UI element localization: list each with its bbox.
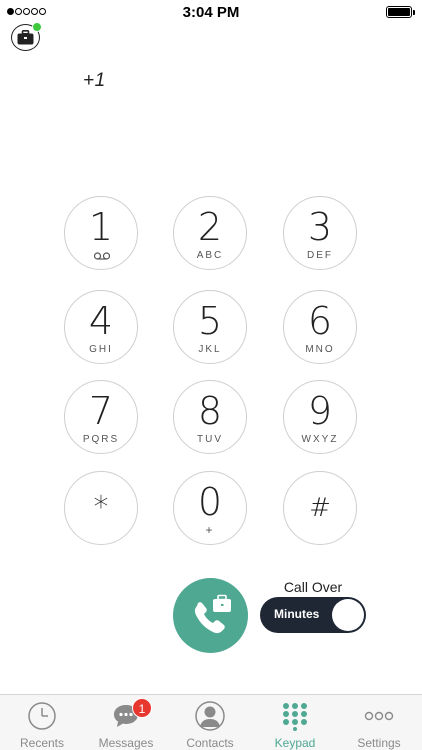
key-star[interactable]: * [64,471,138,545]
tab-messages[interactable]: 1 Messages [84,695,168,750]
tab-label: Keypad [274,736,316,750]
briefcase-icon [17,30,34,45]
person-icon [195,701,225,731]
presence-status-dot [32,22,42,32]
key-digit: 3 [307,205,333,249]
key-letters: TUV [197,434,223,445]
key-hash[interactable]: # [283,471,357,545]
battery-icon [386,6,415,18]
tab-label: Contacts [186,736,234,750]
tab-label: Settings [357,736,401,750]
key-7[interactable]: 7 PQRS [64,380,138,454]
key-digit: 2 [197,205,223,249]
key-letters: DEF [307,250,333,261]
call-over-label: Call Over [283,579,343,595]
key-4[interactable]: 4 GHI [64,290,138,364]
key-digit: 9 [307,389,333,433]
key-0[interactable]: 0 + [173,471,247,545]
tab-keypad[interactable]: Keypad [253,695,337,750]
key-letters: WXYZ [301,434,339,445]
key-8[interactable]: 8 TUV [173,380,247,454]
key-5[interactable]: 5 JKL [173,290,247,364]
key-6[interactable]: 6 MNO [283,290,357,364]
key-digit: 7 [88,389,114,433]
toggle-knob [332,599,364,631]
key-2[interactable]: 2 ABC [173,196,247,270]
minutes-label: Minutes [274,607,320,621]
key-digit: 0 [197,480,223,524]
key-digit: # [309,493,331,523]
clock-icon [28,702,56,730]
tab-recents[interactable]: Recents [0,695,84,750]
key-digit: 4 [88,299,114,343]
tab-label: Recents [19,736,65,750]
tab-contacts[interactable]: Contacts [168,695,252,750]
key-letters: PQRS [82,434,120,445]
key-digit: 6 [307,299,333,343]
key-1[interactable]: 1 [64,196,138,270]
unread-messages-badge: 1 [132,698,152,718]
status-bar: 3:04 PM [0,0,422,26]
key-letters: + [205,523,215,537]
phone-briefcase-icon [194,594,231,634]
ellipsis-icon [364,711,394,721]
key-digit: 1 [88,205,114,249]
key-digit: * [93,490,109,525]
key-9[interactable]: 9 WXYZ [283,380,357,454]
call-over-minutes-toggle[interactable]: Minutes [260,597,366,633]
key-letters: ABC [196,250,224,261]
tab-label: Messages [98,736,154,750]
key-digit: 8 [197,389,223,433]
key-digit: 5 [197,299,223,343]
key-3[interactable]: 3 DEF [283,196,357,270]
tab-settings[interactable]: Settings [337,695,421,750]
dialed-number: +1 [83,70,106,91]
key-letters: MNO [305,344,335,355]
keypad-grid-icon [283,703,307,731]
key-letters: JKL [198,344,222,355]
call-button[interactable] [173,578,248,653]
status-time: 3:04 PM [182,4,240,21]
voicemail-icon [94,252,110,260]
tab-bar: Recents 1 Messages Contacts Keypad Setti… [0,694,422,750]
work-mode-button[interactable] [11,22,42,51]
key-letters: GHI [89,344,113,355]
